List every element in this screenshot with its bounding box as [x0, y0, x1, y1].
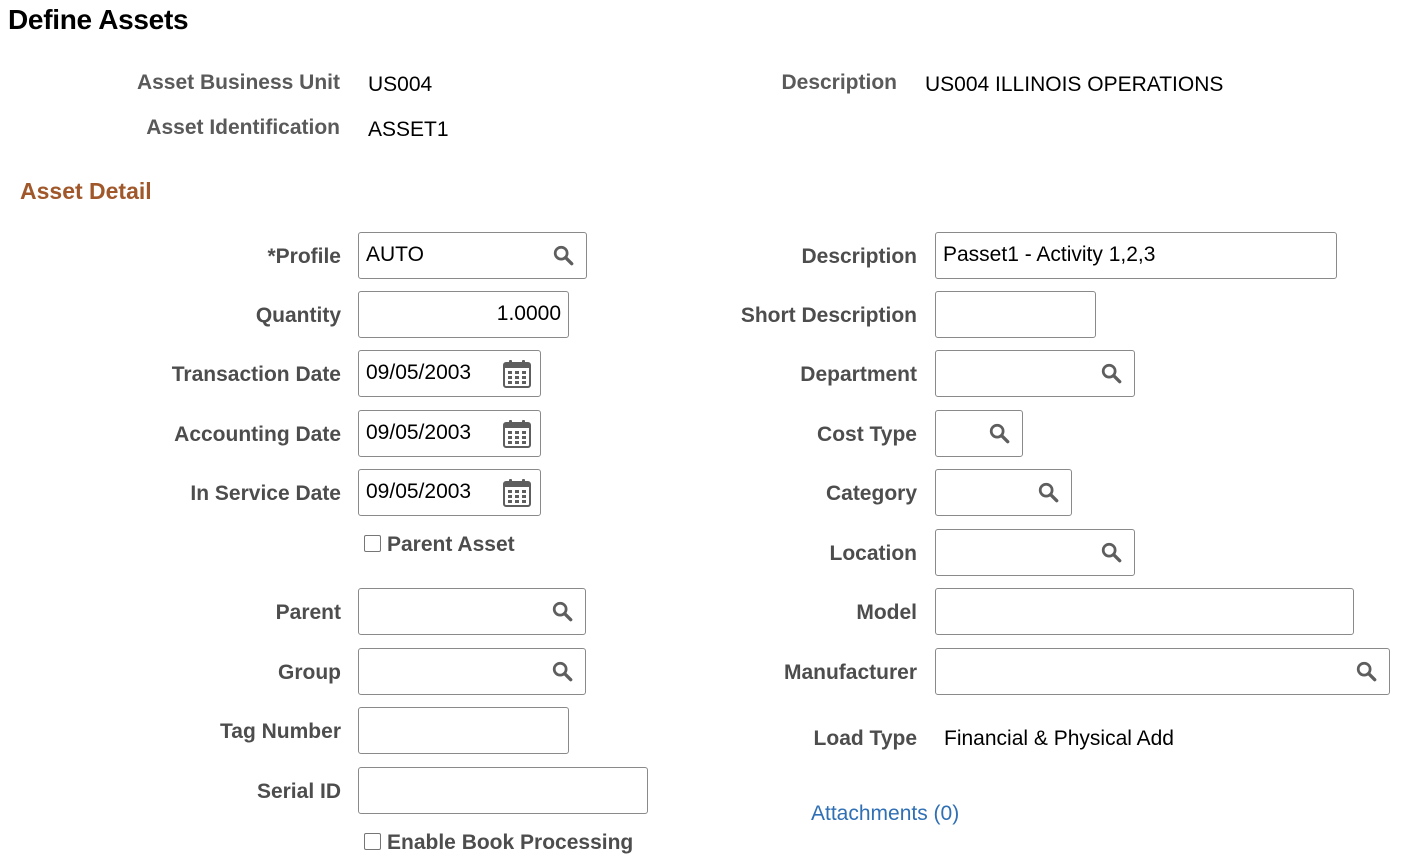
manufacturer-field[interactable] [935, 648, 1390, 695]
department-field[interactable] [935, 350, 1135, 397]
description-label: Description [801, 245, 917, 268]
short-description-label: Short Description [740, 304, 917, 327]
department-label: Department [800, 363, 917, 386]
group-field[interactable] [358, 648, 586, 695]
business-unit-value: US004 [368, 73, 433, 96]
accounting-date-value: 09/05/2003 [366, 421, 472, 444]
transaction-date-field[interactable]: 09/05/2003 [358, 350, 541, 397]
parent-field[interactable] [358, 588, 586, 635]
header-description-value: US004 ILLINOIS OPERATIONS [925, 73, 1224, 96]
calendar-icon[interactable] [501, 358, 533, 390]
quantity-label: Quantity [255, 304, 341, 327]
quantity-value: 1.0000 [496, 302, 561, 325]
description-field[interactable]: Passet1 - Activity 1,2,3 [935, 232, 1337, 279]
parent-asset-label: Parent Asset [387, 533, 515, 556]
profile-value: AUTO [366, 243, 424, 266]
asset-id-value: ASSET1 [368, 118, 449, 141]
parent-label: Parent [275, 601, 341, 624]
manufacturer-label: Manufacturer [783, 661, 917, 684]
calendar-icon[interactable] [501, 477, 533, 509]
model-field[interactable] [935, 588, 1354, 635]
in-service-date-field[interactable]: 09/05/2003 [358, 469, 541, 516]
category-field[interactable] [935, 469, 1072, 516]
tag-number-label: Tag Number [220, 720, 341, 743]
asset-id-label: Asset Identification [146, 116, 340, 139]
serial-id-label: Serial ID [256, 780, 341, 803]
profile-field[interactable]: AUTO [358, 232, 587, 279]
search-icon[interactable] [551, 660, 573, 682]
description-value: Passet1 - Activity 1,2,3 [943, 243, 1156, 266]
search-icon[interactable] [1037, 481, 1059, 503]
cost-type-label: Cost Type [817, 423, 917, 446]
search-icon[interactable] [551, 600, 573, 622]
enable-book-processing-row[interactable]: Enable Book Processing [364, 831, 633, 855]
profile-label: *Profile [267, 245, 341, 268]
accounting-date-label: Accounting Date [174, 423, 341, 446]
category-label: Category [825, 482, 917, 505]
enable-book-processing-checkbox[interactable] [364, 833, 381, 850]
short-description-field[interactable] [935, 291, 1096, 338]
tag-number-field[interactable] [358, 707, 569, 754]
business-unit-label: Asset Business Unit [136, 71, 340, 94]
page-title: Define Assets [8, 4, 189, 35]
load-type-value: Financial & Physical Add [944, 727, 1174, 750]
parent-asset-checkbox[interactable] [364, 535, 381, 552]
location-field[interactable] [935, 529, 1135, 576]
calendar-icon[interactable] [501, 418, 533, 450]
accounting-date-field[interactable]: 09/05/2003 [358, 410, 541, 457]
quantity-field[interactable]: 1.0000 [358, 291, 569, 338]
load-type-label: Load Type [813, 727, 917, 750]
in-service-date-value: 09/05/2003 [366, 480, 472, 503]
search-icon[interactable] [1100, 541, 1122, 563]
cost-type-field[interactable] [935, 410, 1023, 457]
search-icon[interactable] [1355, 660, 1377, 682]
enable-book-processing-label: Enable Book Processing [387, 831, 634, 854]
serial-id-field[interactable] [358, 767, 648, 814]
transaction-date-label: Transaction Date [171, 363, 341, 386]
search-icon[interactable] [552, 244, 574, 266]
section-title-asset-detail: Asset Detail [20, 178, 152, 204]
model-label: Model [856, 601, 917, 624]
attachments-link[interactable]: Attachments (0) [811, 802, 959, 826]
header-description-label: Description [781, 71, 897, 94]
search-icon[interactable] [988, 422, 1010, 444]
parent-asset-checkbox-row[interactable]: Parent Asset [364, 533, 515, 557]
in-service-date-label: In Service Date [190, 482, 341, 505]
transaction-date-value: 09/05/2003 [366, 361, 472, 384]
group-label: Group [278, 661, 341, 684]
location-label: Location [829, 542, 918, 565]
search-icon[interactable] [1100, 362, 1122, 384]
